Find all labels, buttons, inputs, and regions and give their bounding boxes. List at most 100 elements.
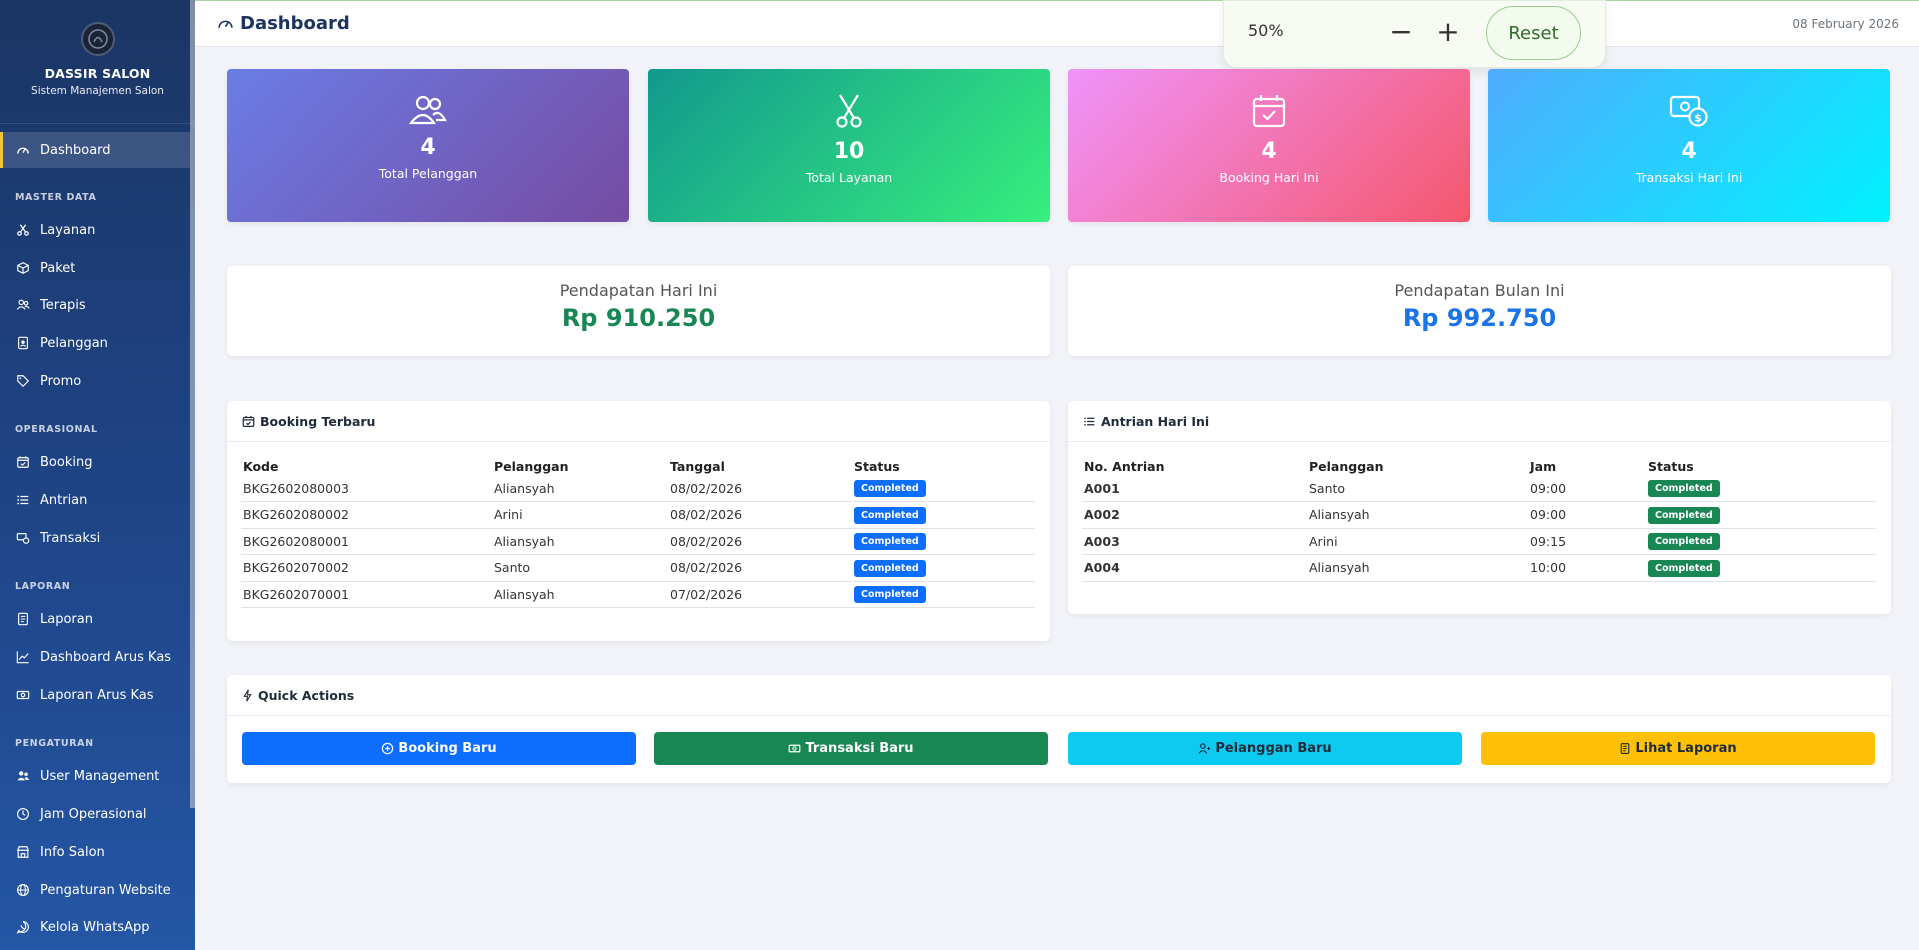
booking-table: Kode Pelanggan Tanggal Status BKG2602080… [241,457,1035,608]
sidebar-item-laporan[interactable]: Laporan [0,601,190,637]
queue-time: 09:00 [1528,501,1646,529]
stat-label: Total Layanan [805,170,893,185]
table-header-row: Kode Pelanggan Tanggal Status [241,457,1035,475]
sidebar-item-booking[interactable]: Booking [0,444,190,480]
booking-code: BKG2602070002 [241,554,492,582]
scissors-icon [836,94,862,128]
status-badge: Completed [854,533,926,551]
customer-name: Arini [492,501,668,529]
queue-number: A002 [1082,501,1307,529]
cash-icon [789,744,801,753]
sidebar-item-label: Laporan [40,611,93,627]
box-icon [17,262,29,274]
quick-actions-panel: Quick Actions Booking Baru Transaksi Bar… [227,675,1891,783]
file-text-icon [1621,743,1630,754]
cash-coin-icon [16,533,30,544]
queue-number: A004 [1082,554,1307,582]
column-header: No. Antrian [1084,458,1165,474]
sidebar-item-label: Paket [40,260,76,276]
brand-name: DASSIR SALON [44,66,151,81]
booking-code: BKG2602080003 [241,475,492,502]
table-row[interactable]: BKG2602080002 Arini 08/02/2026 Completed [241,501,1035,529]
zoom-reset-button[interactable]: Reset [1486,6,1581,60]
booking-baru-button[interactable]: Booking Baru [242,732,636,765]
panel-title: Quick Actions [258,687,355,703]
table-row[interactable]: A004 Aliansyah 10:00 Completed [1082,554,1876,582]
sidebar-item-kelola-whatsapp[interactable]: Kelola WhatsApp [0,909,190,945]
customer-name: Aliansyah [1307,501,1528,529]
revenue-month-value: Rp 992.750 [1402,304,1557,332]
sidebar-item-label: User Management [40,768,160,784]
zoom-level: 50% [1248,21,1284,40]
customer-name: Santo [1307,475,1528,502]
stat-card-total-pelanggan: 4 Total Pelanggan [227,69,629,222]
antrian-hari-ini-panel: Antrian Hari Ini No. Antrian Pelanggan J… [1068,401,1891,614]
zoom-out-button[interactable]: − [1381,13,1421,49]
table-row[interactable]: BKG2602080003 Aliansyah 08/02/2026 Compl… [241,475,1035,502]
sidebar-item-dashboard-arus-kas[interactable]: Dashboard Arus Kas [0,639,190,675]
stat-label: Total Pelanggan [378,166,478,181]
sidebar-item-jam-operasional[interactable]: Jam Operasional [0,796,190,832]
table-row[interactable]: BKG2602070002 Santo 08/02/2026 Completed [241,554,1035,582]
sidebar-item-label: Dashboard [40,142,111,158]
sidebar-item-promo[interactable]: Promo [0,363,190,399]
sidebar-item-transaksi[interactable]: Transaksi [0,520,190,556]
booking-date: 08/02/2026 [668,554,852,582]
people-icon [408,95,447,125]
queue-time: 09:00 [1528,475,1646,502]
customer-name: Santo [492,554,668,582]
sidebar-item-layanan[interactable]: Layanan [0,212,190,248]
tag-icon [17,375,30,388]
stat-label: Transaksi Hari Ini [1635,170,1743,185]
customer-name: Aliansyah [492,475,668,502]
zoom-in-button[interactable]: + [1428,13,1468,49]
sidebar-item-paket[interactable]: Paket [0,250,190,286]
sidebar-item-user-management[interactable]: User Management [0,758,190,794]
sidebar-item-pelanggan[interactable]: Pelanggan [0,325,190,361]
section-master-data: MASTER DATA [15,192,97,203]
current-date: 08 February 2026 [1792,17,1899,31]
customer-name: Aliansyah [1307,554,1528,582]
page-title-text: Dashboard [240,13,350,34]
table-row[interactable]: A001 Santo 09:00 Completed [1082,475,1876,502]
table-row[interactable]: BKG2602070001 Aliansyah 07/02/2026 Compl… [241,581,1035,608]
stat-card-booking-hari-ini: 4 Booking Hari Ini [1068,69,1470,222]
sidebar-item-label: Terapis [40,297,86,313]
sidebar-item-label: Promo [40,373,82,389]
table-row[interactable]: BKG2602080001 Aliansyah 08/02/2026 Compl… [241,528,1035,555]
sidebar-item-label: Pengaturan Website [40,882,171,898]
panel-header: Antrian Hari Ini [1068,401,1891,442]
booking-date: 08/02/2026 [668,501,852,529]
sidebar-item-pengaturan-website[interactable]: Pengaturan Website [0,872,190,908]
section-laporan: LAPORAN [15,581,71,592]
panel-title: Booking Terbaru [260,413,376,429]
sidebar-item-antrian[interactable]: Antrian [0,482,190,518]
section-operasional: OPERASIONAL [15,424,98,435]
stat-label: Booking Hari Ini [1219,170,1319,185]
cash-coin-icon: $ [1669,95,1708,127]
booking-terbaru-panel: Booking Terbaru Kode Pelanggan Tanggal S… [227,401,1050,641]
sidebar-item-info-salon[interactable]: Info Salon [0,834,190,870]
speedometer-icon [17,147,29,154]
lightning-icon [243,689,252,701]
sidebar: DASSIR SALON Sistem Manajemen Salon Dash… [0,0,195,950]
sidebar-item-laporan-arus-kas[interactable]: Laporan Arus Kas [0,677,190,713]
column-header: Status [1648,458,1694,474]
sidebar-item-label: Transaksi [40,530,101,546]
sidebar-item-label: Antrian [40,492,88,508]
sidebar-item-label: Kelola WhatsApp [40,919,150,935]
pelanggan-baru-button[interactable]: Pelanggan Baru [1068,732,1462,765]
stat-card-transaksi-hari-ini: $ 4 Transaksi Hari Ini [1488,69,1890,222]
sidebar-item-terapis[interactable]: Terapis [0,287,190,323]
transaksi-baru-button[interactable]: Transaksi Baru [654,732,1048,765]
sidebar-item-dashboard[interactable]: Dashboard [0,132,190,168]
revenue-month-label: Pendapatan Bulan Ini [1394,281,1565,300]
stat-card-total-layanan: 10 Total Layanan [648,69,1050,222]
lihat-laporan-button[interactable]: Lihat Laporan [1481,732,1875,765]
button-label: Booking Baru [398,741,497,756]
booking-code: BKG2602080001 [241,528,492,555]
clock-icon [17,808,29,820]
table-row[interactable]: A003 Arini 09:15 Completed [1082,528,1876,555]
sidebar-scrollbar[interactable] [190,0,195,808]
table-row[interactable]: A002 Aliansyah 09:00 Completed [1082,501,1876,529]
